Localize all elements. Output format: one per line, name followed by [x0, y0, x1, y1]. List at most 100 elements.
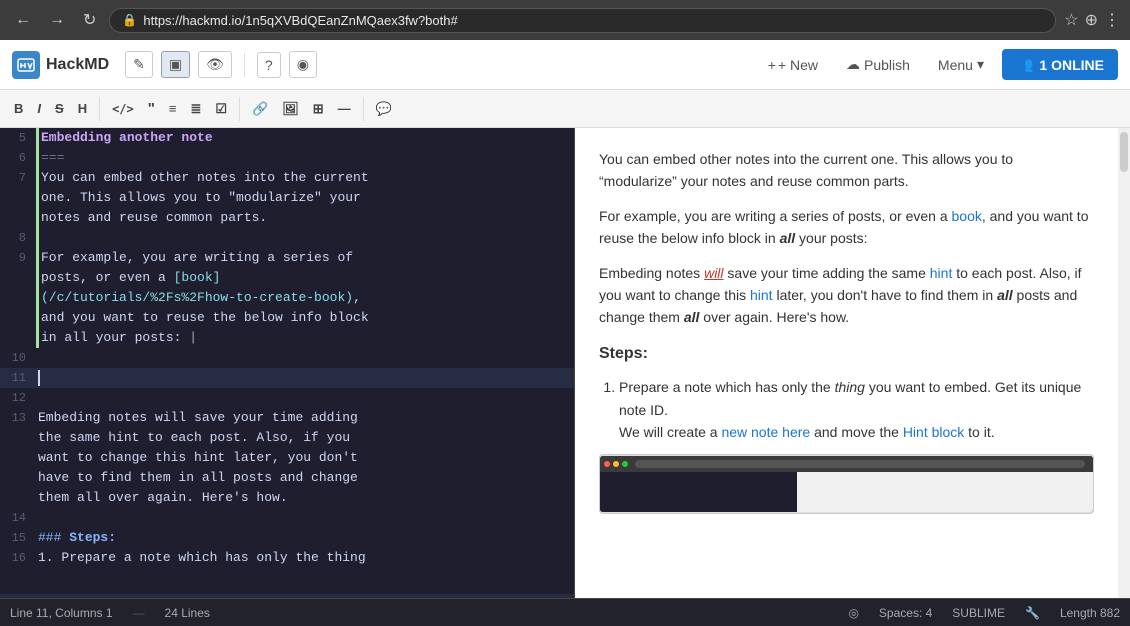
refresh-button[interactable]: ↻	[78, 8, 101, 32]
mini-editor	[600, 472, 797, 512]
ed-sep-1	[99, 97, 100, 121]
editor-line-12: 12	[0, 388, 574, 408]
publish-button[interactable]: ☁ Publish	[836, 50, 920, 79]
step1-text-c: We will create a	[619, 424, 721, 440]
online-label: 1 ONLINE	[1039, 57, 1104, 73]
line-number-6: 6	[0, 148, 36, 168]
line-number-10: 10	[0, 348, 36, 368]
forward-button[interactable]: →	[44, 9, 70, 31]
preview-text-2c: your posts:	[795, 230, 867, 246]
new-icon: +	[768, 57, 776, 73]
spaces-info: Spaces: 4	[879, 606, 932, 620]
checklist-button[interactable]: ☑	[209, 98, 233, 120]
editor-line-5: 5 Embedding another note	[0, 128, 574, 148]
steps-heading: Steps:	[599, 341, 1094, 367]
bookmark-button[interactable]: ☆	[1064, 10, 1078, 30]
line-content-8	[36, 228, 574, 248]
step1-thing-text: thing	[835, 379, 865, 395]
line-number-9: 9	[0, 248, 36, 268]
hint-link-2[interactable]: hint	[750, 287, 773, 303]
mini-dot-yellow	[613, 461, 619, 467]
bold-button[interactable]: B	[8, 98, 29, 119]
editor-line-8: 8	[0, 228, 574, 248]
line-number-5: 5	[0, 128, 36, 148]
hackmd-logo-icon	[12, 51, 40, 79]
ordered-list-button[interactable]: ≣	[184, 98, 207, 120]
new-label: + New	[778, 57, 818, 73]
menu-dots-button[interactable]: ⋮	[1104, 10, 1120, 30]
heading-button[interactable]: H	[72, 98, 93, 119]
snapshot-button[interactable]: ◉	[289, 51, 317, 78]
line-content-14	[36, 508, 574, 528]
preview-para-1: You can embed other notes into the curre…	[599, 148, 1094, 193]
toolbar-separator-1	[244, 53, 245, 77]
url-text: https://hackmd.io/1n5qXVBdQEanZnMQaex3fw…	[143, 13, 457, 28]
preview-para-2: For example, you are writing a series of…	[599, 205, 1094, 250]
table-button[interactable]: ⊞	[307, 98, 330, 120]
editor-line-16: 16 1. Prepare a note which has only the …	[0, 548, 574, 568]
editor-line-6: 6 ===	[0, 148, 574, 168]
scrollbar-thumb[interactable]	[1120, 132, 1128, 172]
editor-pane[interactable]: 5 Embedding another note 6 === 7 You can…	[0, 128, 575, 598]
main-area: 5 Embedding another note 6 === 7 You can…	[0, 128, 1130, 598]
menu-button[interactable]: Menu ▾	[928, 50, 994, 79]
preview-screenshot	[599, 454, 1094, 514]
line-number-8: 8	[0, 228, 36, 248]
preview-text-3b: save your time adding the same	[724, 265, 930, 281]
blockquote-button[interactable]: "	[142, 97, 161, 120]
online-icon: 👥	[1016, 56, 1033, 73]
status-sep-1: —	[133, 606, 145, 620]
ed-sep-3	[363, 97, 364, 121]
hint-block-link[interactable]: Hint block	[903, 424, 964, 440]
mini-dot-red	[604, 461, 610, 467]
cursor-circle: ◎	[848, 606, 858, 620]
line-number-16: 16	[0, 548, 36, 568]
line-number-13: 13	[0, 408, 36, 428]
wrench-icon[interactable]: 🔧	[1025, 606, 1040, 620]
menu-label: Menu	[938, 57, 973, 73]
hint-link-1[interactable]: hint	[930, 265, 953, 281]
cursor-position: Line 11, Columns 1	[10, 606, 113, 620]
unordered-list-button[interactable]: ≡	[163, 98, 183, 119]
italic-button[interactable]: I	[31, 98, 47, 119]
line-number-15: 15	[0, 528, 36, 548]
extensions-button[interactable]: ⊕	[1085, 10, 1098, 30]
image-button[interactable]: 🖼	[276, 98, 305, 120]
editor-line-10: 10	[0, 348, 574, 368]
strikethrough-button[interactable]: S	[49, 98, 70, 119]
preview-scrollbar[interactable]	[1118, 128, 1130, 598]
edit-mode-button[interactable]: ✎	[125, 51, 153, 78]
line-number-7: 7	[0, 168, 36, 188]
new-button[interactable]: + + New	[758, 51, 828, 79]
comment-button[interactable]: 💬	[370, 98, 398, 120]
browser-actions: ☆ ⊕ ⋮	[1064, 10, 1120, 30]
preview-text-3a: Embeding notes	[599, 265, 704, 281]
split-mode-button[interactable]: ▣	[161, 51, 190, 78]
book-link[interactable]: book	[952, 208, 982, 224]
ed-sep-2	[239, 97, 240, 121]
line-content-5: Embedding another note	[36, 128, 574, 148]
editor-line-14: 14	[0, 508, 574, 528]
back-button[interactable]: ←	[10, 9, 36, 31]
line-content-6: ===	[36, 148, 574, 168]
line-content-15: ### Steps:	[36, 528, 574, 548]
new-note-link[interactable]: new note here	[721, 424, 810, 440]
editor-line-7: 7 You can embed other notes into the cur…	[0, 168, 574, 228]
logo-area: HackMD	[12, 51, 109, 79]
online-users-button[interactable]: 👥 1 ONLINE	[1002, 49, 1118, 80]
line-number-14: 14	[0, 508, 36, 528]
editor-mode: SUBLIME	[952, 606, 1005, 620]
code-inline-button[interactable]: </>	[106, 99, 140, 119]
preview-all-text: all	[780, 230, 796, 246]
editor-line-15: 15 ### Steps:	[0, 528, 574, 548]
preview-text-3f: over again. Here's how.	[699, 309, 849, 325]
preview-all2-text: all	[997, 287, 1013, 303]
view-mode-button[interactable]: 👁	[198, 51, 232, 78]
help-button[interactable]: ?	[257, 52, 281, 78]
hr-button[interactable]: —	[332, 98, 357, 119]
address-bar[interactable]: 🔒 https://hackmd.io/1n5qXVBdQEanZnMQaex3…	[109, 8, 1056, 33]
publish-label: Publish	[864, 57, 910, 73]
preview-all3-text: all	[684, 309, 700, 325]
preview-pane[interactable]: You can embed other notes into the curre…	[575, 128, 1118, 598]
link-button[interactable]: 🔗	[246, 98, 274, 120]
